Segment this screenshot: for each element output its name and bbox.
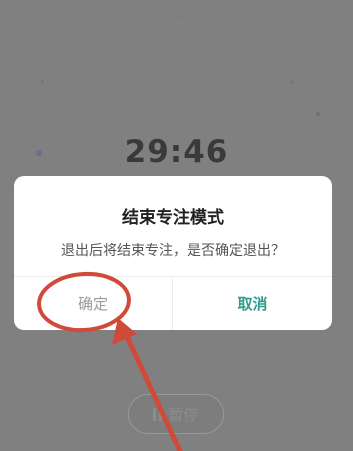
annotation-overlay	[37, 271, 183, 451]
arrow-shaft	[121, 327, 183, 451]
